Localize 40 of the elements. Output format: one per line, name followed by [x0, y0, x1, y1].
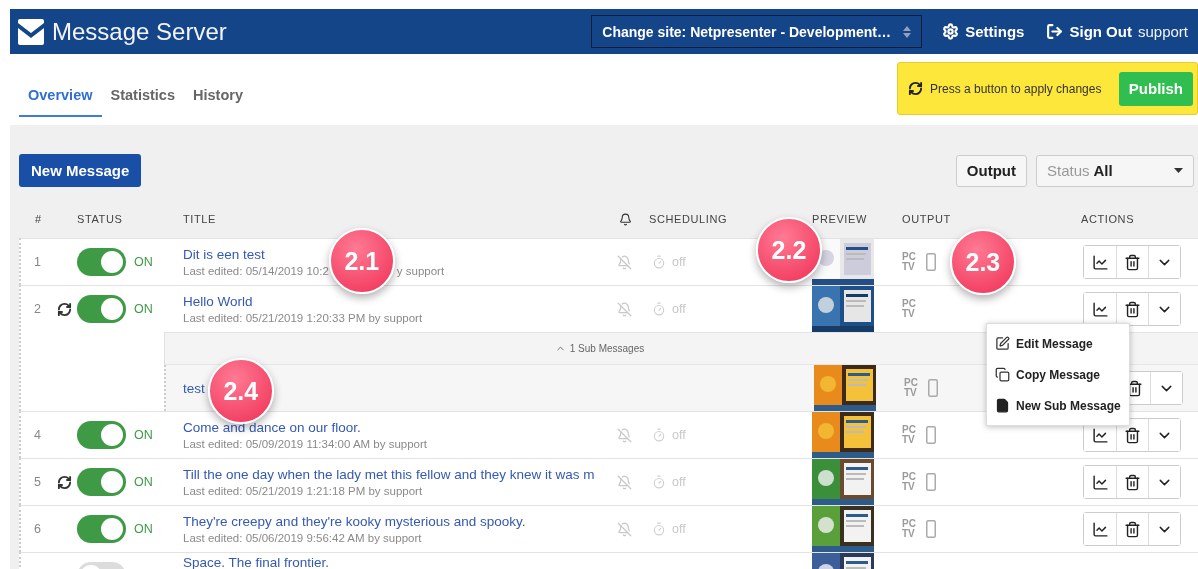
row-number: 4 — [33, 428, 42, 442]
output-tv-label: TV — [902, 529, 916, 539]
output-pc-label: PC — [902, 472, 916, 482]
output-tv-label: TV — [902, 435, 916, 445]
last-edited-text: Last edited: 05/21/2019 1:21:18 PM by support — [183, 485, 423, 497]
last-edited-text: y support — [396, 265, 445, 277]
column-header: ACTIONS — [1080, 213, 1136, 225]
column-header: TITLE — [182, 213, 217, 225]
status-label: ON — [134, 475, 153, 489]
output-pc-label: PC — [902, 252, 916, 262]
output-tv-label: TV — [902, 482, 916, 492]
output-pc-label: PC — [902, 299, 916, 309]
status-label: ON — [134, 302, 153, 316]
output-pc-label: PC — [904, 378, 918, 388]
row-number: 1 — [33, 255, 42, 269]
column-header: # — [34, 213, 43, 225]
last-edited-text: Last edited: 05/06/2019 9:56:42 AM by support — [183, 532, 422, 544]
output-tv-label: TV — [904, 388, 918, 398]
last-edited-text: Last edited: 05/21/2019 1:20:33 PM by support — [183, 312, 423, 324]
output-pc-label: PC — [902, 425, 916, 435]
status-label: ON — [134, 428, 153, 442]
annotation-badge: 2.1 — [328, 228, 395, 294]
output-tv-label: TV — [902, 262, 916, 272]
row-number: 6 — [33, 522, 42, 536]
app-title: Message Server — [52, 17, 228, 46]
notice-text: Press a button to apply changes — [930, 81, 1103, 96]
column-header: PREVIEW — [812, 213, 868, 225]
last-edited-text: Last edited: 05/14/2019 10:2 — [183, 265, 329, 277]
output-tv-label: TV — [902, 309, 916, 319]
row-number: 5 — [33, 475, 42, 489]
column-header: OUTPUT — [902, 213, 952, 225]
column-header: STATUS — [77, 213, 124, 225]
output-pc-label: PC — [902, 519, 916, 529]
status-label: ON — [134, 255, 153, 269]
column-header: SCHEDULING — [648, 213, 729, 225]
row-number: 2 — [33, 302, 42, 316]
user-name: support — [1137, 23, 1188, 40]
annotation-badge: 2.3 — [949, 229, 1016, 295]
last-edited-text: Last edited: 05/09/2019 11:34:00 AM by support — [183, 438, 428, 450]
status-label: ON — [134, 522, 153, 536]
